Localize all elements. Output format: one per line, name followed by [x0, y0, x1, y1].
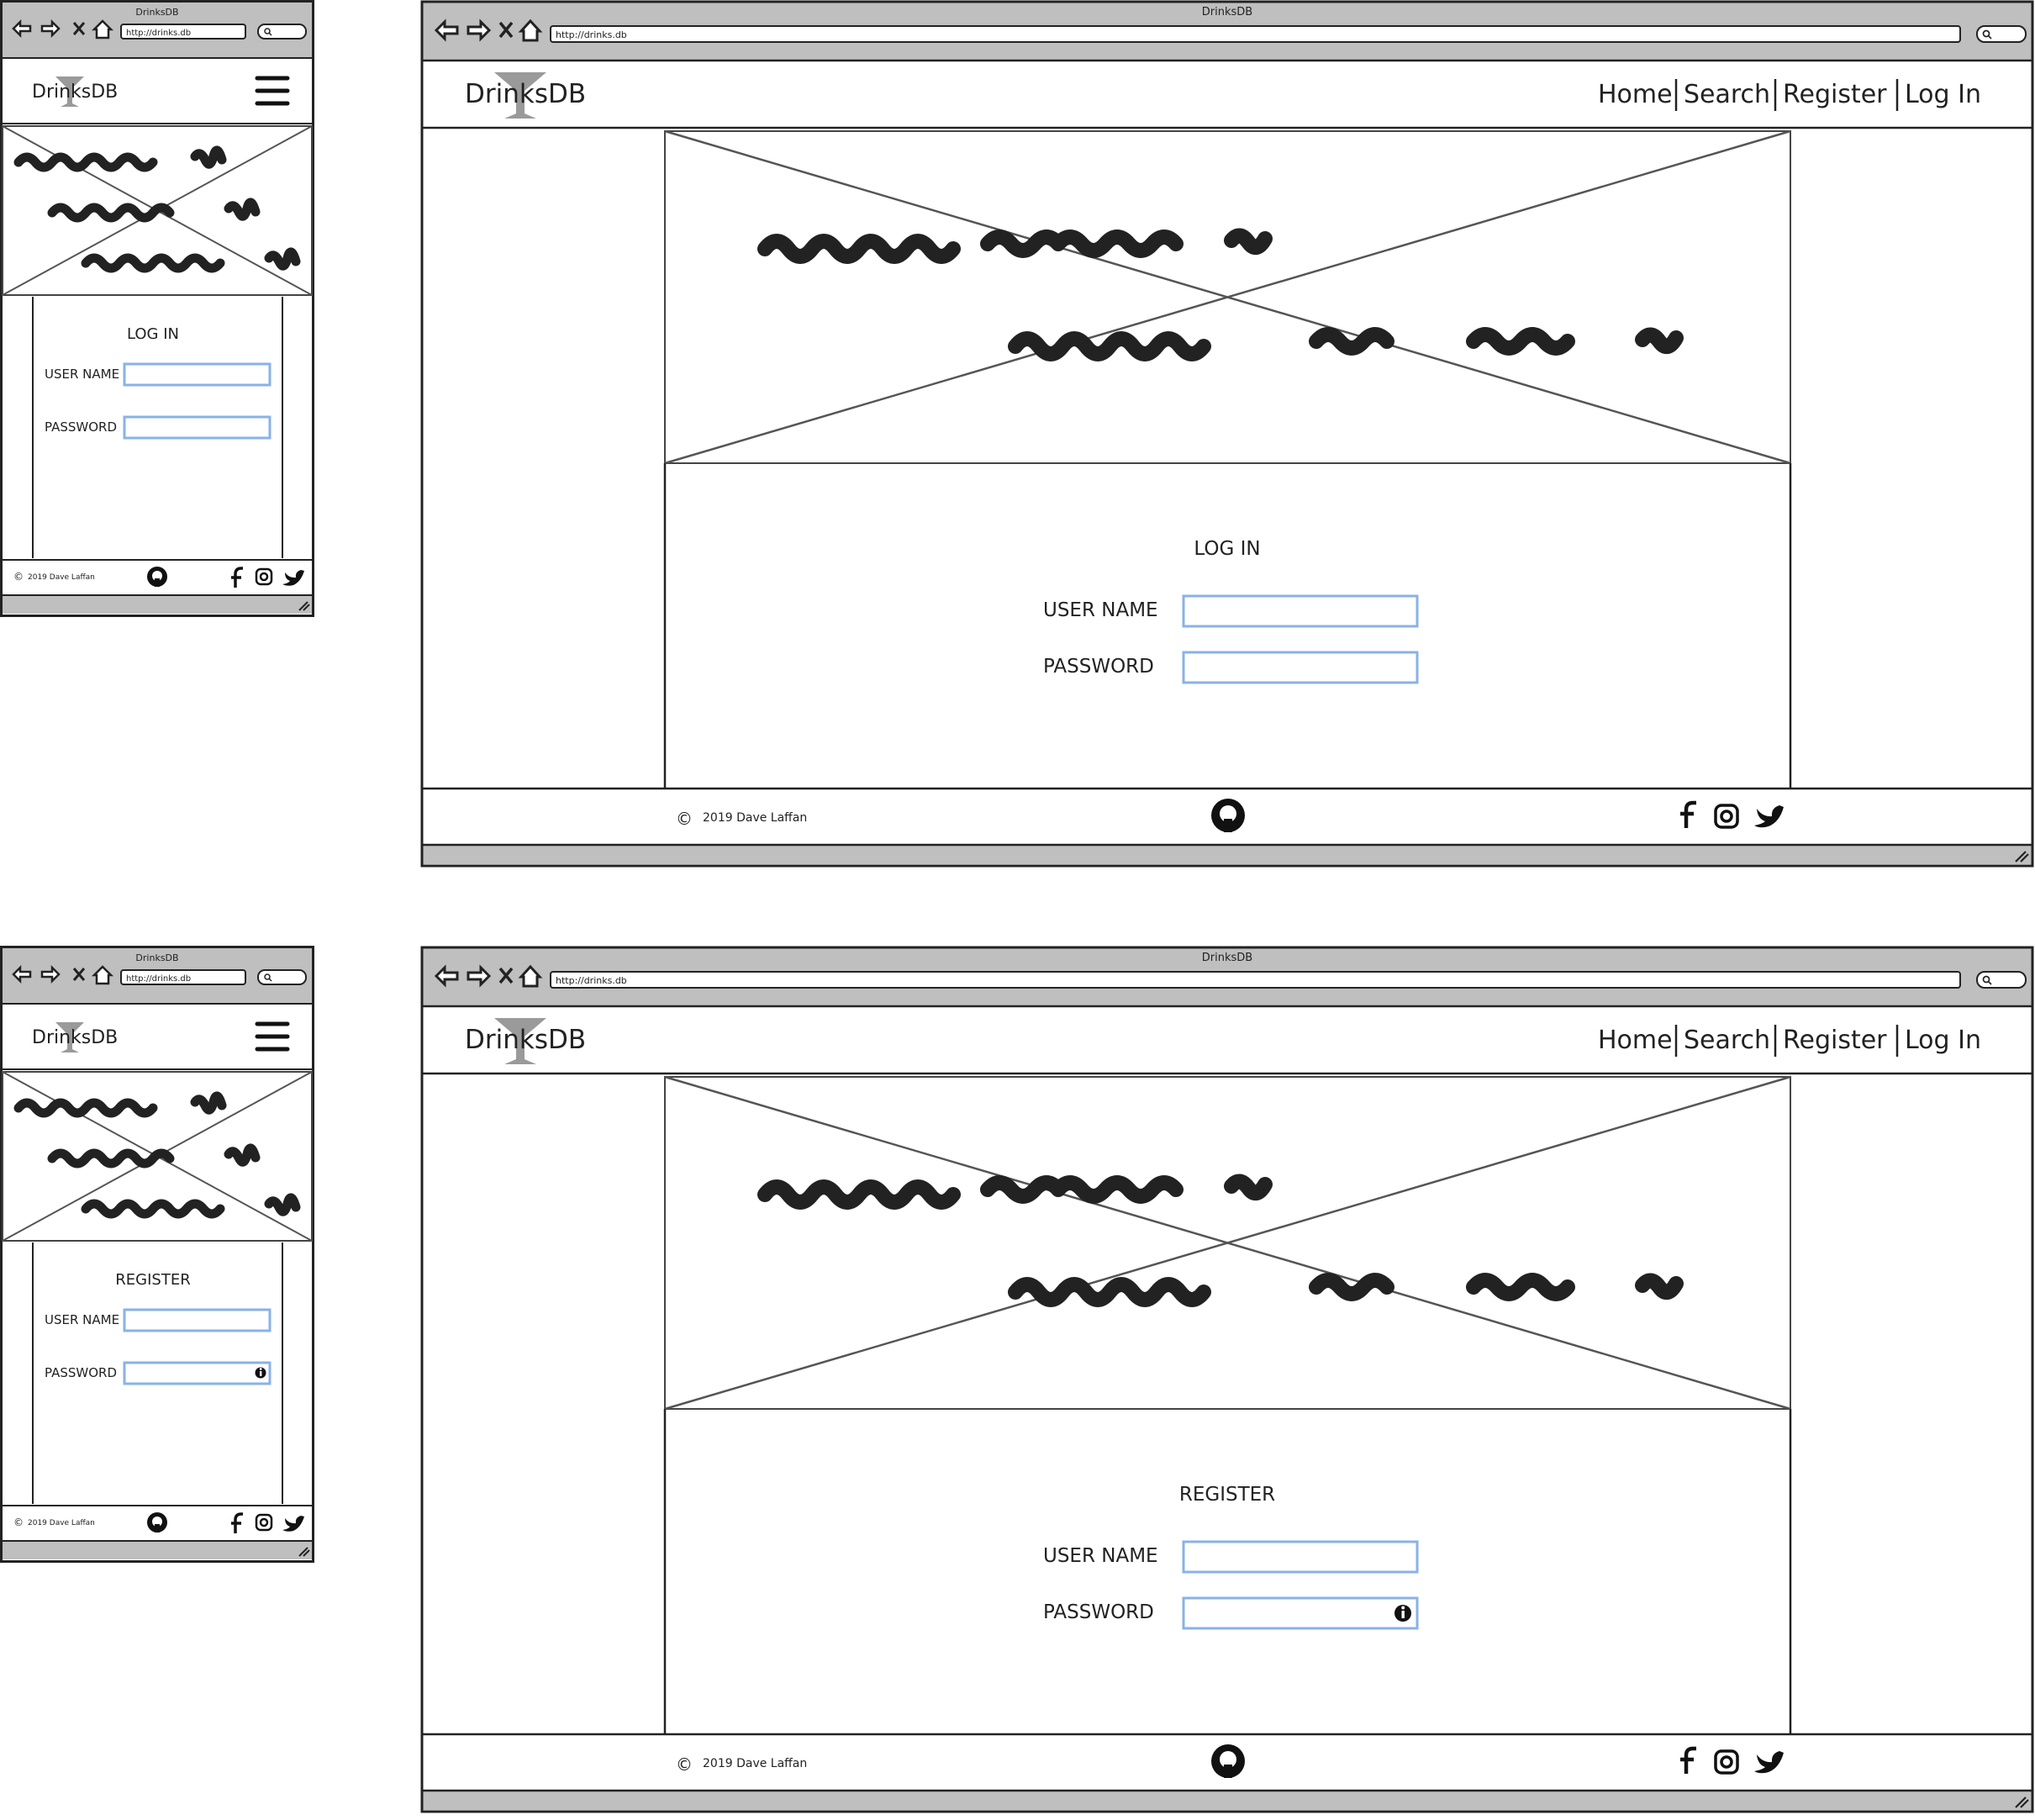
mobile-register-browser: DrinksDB http://drinks.db DrinksDB REGIS…: [0, 946, 314, 1563]
copyright-text: 2019 Dave Laffan: [703, 1757, 807, 1770]
copyright-symbol: ©: [13, 571, 24, 583]
password-label: PASSWORD: [45, 1365, 117, 1380]
github-icon[interactable]: [147, 567, 167, 587]
nav-register[interactable]: Register: [1783, 80, 1887, 109]
statusbar: [423, 1791, 2032, 1810]
logo-text[interactable]: DrinksDB: [465, 1025, 586, 1055]
username-label: USER NAME: [45, 367, 119, 382]
address-bar[interactable]: [550, 971, 1961, 989]
url-text: http://drinks.db: [556, 975, 627, 986]
username-label: USER NAME: [1043, 1545, 1158, 1567]
password-label: PASSWORD: [45, 419, 117, 435]
url-text: http://drinks.db: [556, 29, 627, 40]
desktop-login-browser: DrinksDB http://drinks.db DrinksDB Home …: [420, 0, 2034, 868]
nav-home[interactable]: Home: [1598, 1026, 1673, 1055]
copyright-text: 2019 Dave Laffan: [28, 573, 95, 582]
login-heading: LOG IN: [1194, 538, 1260, 560]
hero-image-placeholder: [664, 129, 1791, 465]
address-bar[interactable]: [550, 25, 1961, 43]
github-icon[interactable]: [1211, 1744, 1245, 1778]
register-heading: REGISTER: [115, 1271, 190, 1289]
username-input[interactable]: [1182, 1540, 1419, 1574]
username-input[interactable]: [123, 1308, 272, 1332]
password-input[interactable]: [123, 1361, 272, 1385]
url-text: http://drinks.db: [126, 29, 191, 38]
url-text: http://drinks.db: [126, 974, 191, 984]
copyright-symbol: ©: [676, 809, 693, 829]
username-label: USER NAME: [45, 1312, 119, 1327]
nav-home[interactable]: Home: [1598, 80, 1673, 109]
search-box[interactable]: [1976, 971, 2027, 989]
logo-text[interactable]: DrinksDB: [32, 82, 118, 103]
register-heading: REGISTER: [1179, 1484, 1275, 1506]
logo-text[interactable]: DrinksDB: [465, 79, 586, 109]
hero-image-placeholder: [2, 125, 313, 296]
search-box[interactable]: [1976, 25, 2027, 43]
window-title: DrinksDB: [1202, 952, 1252, 964]
mobile-login-browser: DrinksDB http://drinks.db DrinksDB LOG I…: [0, 0, 314, 617]
password-input[interactable]: [1182, 651, 1419, 684]
copyright-symbol: ©: [676, 1754, 693, 1775]
nav-login[interactable]: Log In: [1905, 80, 1981, 109]
password-input[interactable]: [1182, 1596, 1419, 1630]
username-input[interactable]: [123, 362, 272, 387]
password-label: PASSWORD: [1043, 656, 1154, 678]
statusbar: [3, 1541, 312, 1559]
nav-search[interactable]: Search: [1684, 80, 1770, 109]
login-heading: LOG IN: [127, 325, 179, 343]
nav-register[interactable]: Register: [1783, 1026, 1887, 1055]
window-title: DrinksDB: [135, 7, 178, 18]
nav-login[interactable]: Log In: [1905, 1026, 1981, 1055]
github-icon[interactable]: [147, 1512, 167, 1532]
window-title: DrinksDB: [1202, 6, 1252, 18]
copyright-symbol: ©: [13, 1517, 24, 1528]
github-icon[interactable]: [1211, 799, 1245, 832]
password-label: PASSWORD: [1043, 1601, 1154, 1623]
info-icon[interactable]: [255, 1367, 266, 1379]
copyright-text: 2019 Dave Laffan: [703, 811, 807, 825]
hero-image-placeholder: [664, 1075, 1791, 1411]
info-icon[interactable]: [1394, 1605, 1411, 1622]
hero-image-placeholder: [2, 1071, 313, 1242]
password-input[interactable]: [123, 415, 272, 440]
username-input[interactable]: [1182, 594, 1419, 628]
logo-text[interactable]: DrinksDB: [32, 1027, 118, 1048]
statusbar: [423, 846, 2032, 864]
nav-search[interactable]: Search: [1684, 1026, 1770, 1055]
username-label: USER NAME: [1043, 599, 1158, 621]
statusbar: [3, 595, 312, 614]
window-title: DrinksDB: [135, 952, 178, 963]
copyright-text: 2019 Dave Laffan: [28, 1519, 95, 1527]
desktop-register-browser: DrinksDB http://drinks.db DrinksDB Home …: [420, 946, 2034, 1813]
